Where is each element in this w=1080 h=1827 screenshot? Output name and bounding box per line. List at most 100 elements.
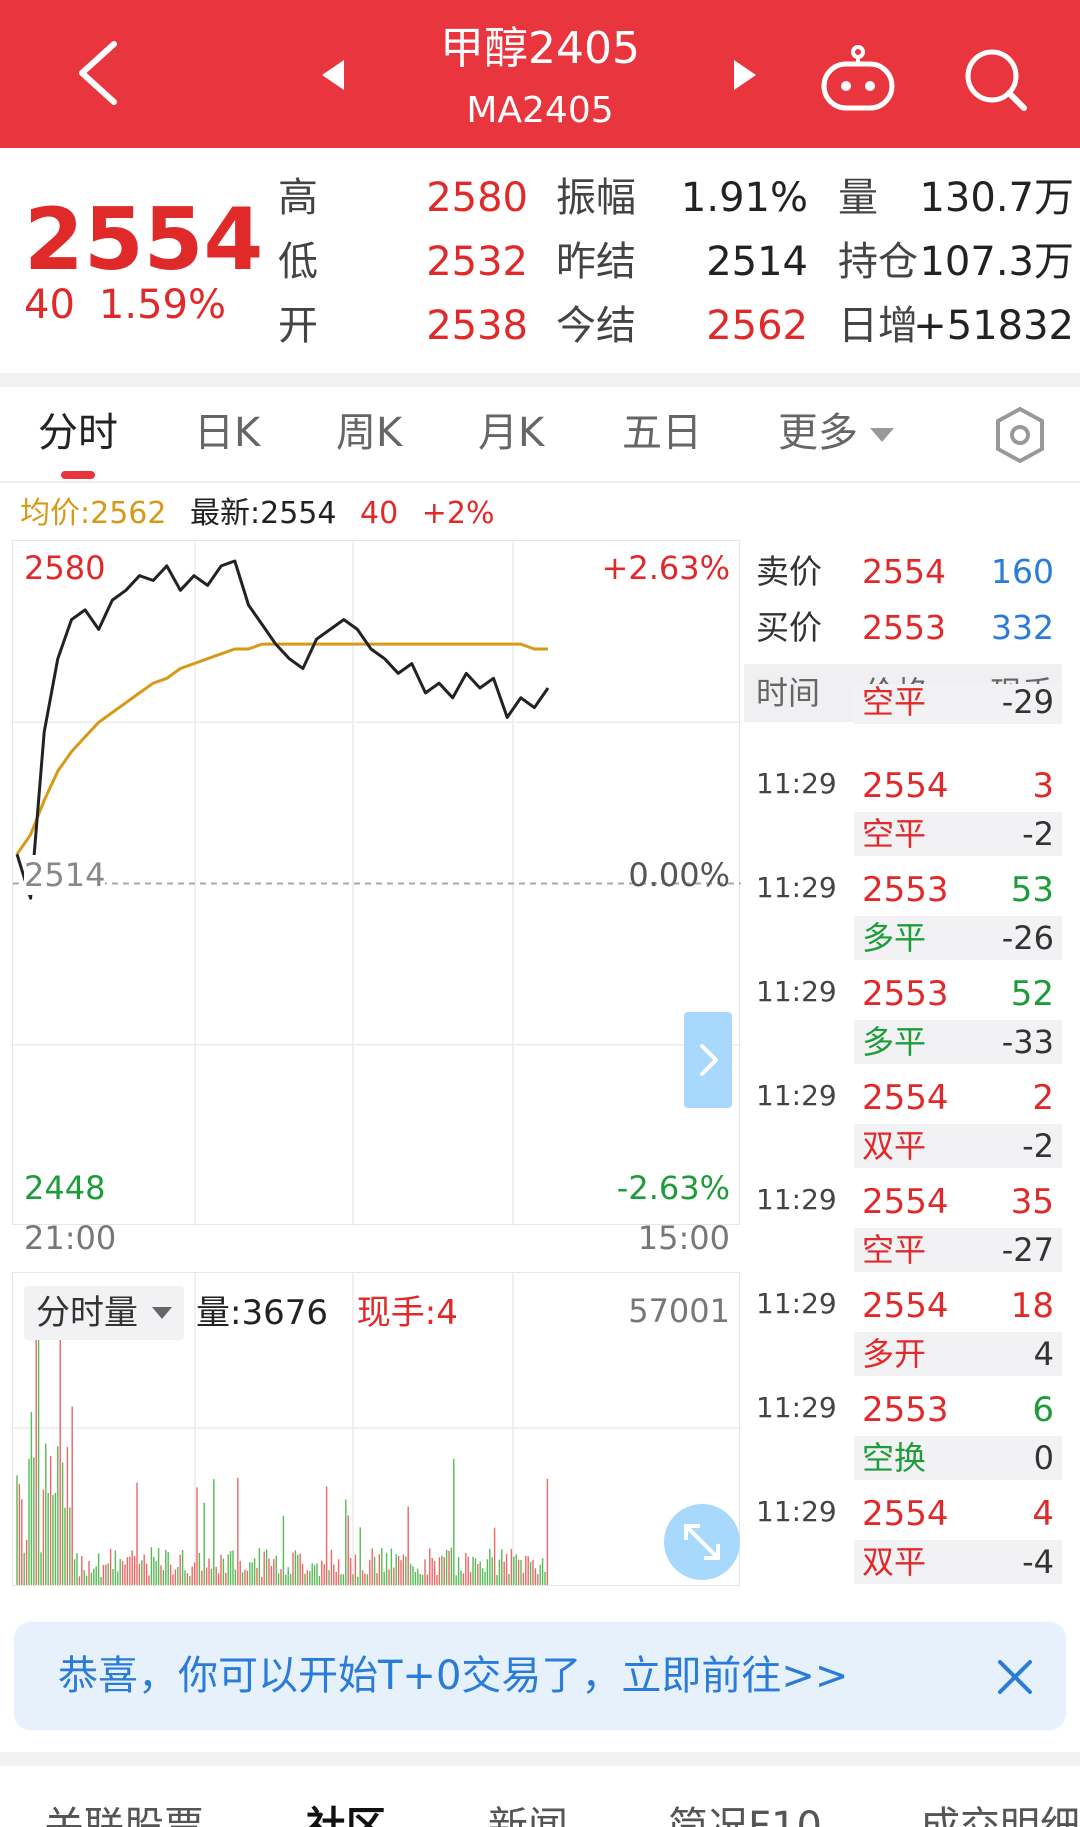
tab-more-label: 更多 xyxy=(778,410,858,456)
tick-time: 11:29 xyxy=(756,1183,837,1216)
tick-volume: 35 xyxy=(1010,1182,1054,1222)
chart-lines xyxy=(15,559,550,900)
tick-time: 11:29 xyxy=(756,871,837,904)
tick-price: 2554 xyxy=(862,1182,949,1222)
settings-icon[interactable] xyxy=(992,405,1048,465)
tick-oi-change: 0 xyxy=(1033,1439,1054,1477)
bid-price: 2553 xyxy=(862,608,946,647)
tab-five-day[interactable]: 五日 xyxy=(622,405,702,461)
high-label: 高 xyxy=(278,175,318,221)
amplitude-value: 1.91% xyxy=(680,175,808,221)
bid-label: 买价 xyxy=(756,608,822,647)
tab-monthly-k[interactable]: 月K xyxy=(478,405,544,461)
tick-row: 11:29 2553 6 空换 0 xyxy=(744,1384,1062,1488)
expand-order-book-button[interactable] xyxy=(684,1012,732,1108)
volume-current: 现手:4 xyxy=(356,1293,458,1333)
tab-more[interactable]: 更多 xyxy=(778,405,894,461)
tick-oi-change: -4 xyxy=(1022,1543,1054,1581)
tick-row-partial: 空平 -29 xyxy=(744,680,1062,724)
amplitude-label: 振幅 xyxy=(556,175,636,221)
tick-volume: 53 xyxy=(1010,870,1054,910)
fullscreen-button[interactable] xyxy=(664,1504,740,1580)
y-axis-top-label: 2580 xyxy=(24,549,106,587)
tick-type: 空换 xyxy=(862,1439,927,1477)
tick-type: 多平 xyxy=(862,919,927,957)
y-axis-bottom-label: 2448 xyxy=(24,1169,106,1207)
top-bar: 甲醇2405 MA2405 xyxy=(0,0,1080,148)
quote-row-low: 低 2532 昨结 2514 持仓 107.3万 xyxy=(278,232,1078,292)
open-value: 2538 xyxy=(426,303,528,349)
tab-news[interactable]: 新闻 xyxy=(488,1802,568,1827)
t0-promo-banner[interactable]: 恭喜，你可以开始T+0交易了，立即前往>> xyxy=(14,1622,1066,1730)
latest-price: 最新:2554 xyxy=(190,496,337,531)
back-icon[interactable] xyxy=(70,38,130,108)
tab-trade-details[interactable]: 成交明细 xyxy=(920,1802,1080,1827)
tick-time: 11:29 xyxy=(756,767,837,800)
tick-type: 空平 xyxy=(862,683,927,721)
tick-volume: 3 xyxy=(1032,766,1054,806)
tick-volume: 4 xyxy=(1032,1494,1054,1534)
robot-assistant-icon[interactable] xyxy=(818,44,898,114)
contract-title: 甲醇2405 xyxy=(440,23,640,74)
tab-related-stocks[interactable]: 关联股票 xyxy=(44,1802,204,1827)
tick-time: 11:29 xyxy=(756,1079,837,1112)
tick-oi-change: -33 xyxy=(1001,1023,1054,1061)
change-value: 40 xyxy=(24,282,75,328)
next-contract-icon[interactable] xyxy=(730,58,760,92)
tick-price: 2554 xyxy=(862,766,949,806)
tick-row: 11:29 2554 18 多开 4 xyxy=(744,1280,1062,1384)
volume-indicator-dropdown[interactable]: 分时量 xyxy=(24,1286,184,1340)
price-change: 40 1.59% xyxy=(24,280,250,330)
avg-price: 均价:2562 xyxy=(20,496,167,531)
tick-price: 2553 xyxy=(862,974,949,1014)
close-icon[interactable] xyxy=(990,1652,1040,1702)
time-axis-end: 15:00 xyxy=(637,1219,730,1257)
volume-indicator-label: 分时量 xyxy=(36,1293,138,1333)
tab-daily-k[interactable]: 日K xyxy=(194,405,260,461)
tick-row: 11:29 2553 52 多平 -33 xyxy=(744,968,1062,1072)
pct-axis-bottom-label: -2.63% xyxy=(616,1169,730,1207)
tick-time: 11:29 xyxy=(756,1287,837,1320)
prev-contract-icon[interactable] xyxy=(318,58,348,92)
tab-intraday[interactable]: 分时 xyxy=(38,405,118,461)
order-book[interactable]: 卖价 2554 160 买价 2553 332 时间 价格 现手 空平 -29 … xyxy=(744,540,1062,1586)
tick-oi-change: -2 xyxy=(1022,1127,1054,1165)
tick-oi-change: -27 xyxy=(1001,1231,1054,1269)
quote-row-high: 高 2580 振幅 1.91% 量 130.7万 xyxy=(278,168,1078,228)
contract-code: MA2405 xyxy=(466,90,614,131)
divider xyxy=(0,1752,1080,1766)
tick-volume: 52 xyxy=(1010,974,1054,1014)
volume-max-label: 57001 xyxy=(628,1292,730,1330)
latest-change-pct: +2% xyxy=(421,496,495,531)
tick-row: 11:29 2554 35 空平 -27 xyxy=(744,1176,1062,1280)
last-price: 2554 xyxy=(24,190,264,290)
tab-community[interactable]: 社区 xyxy=(306,1802,386,1827)
ask-price: 2554 xyxy=(862,552,946,591)
tick-oi-change: -29 xyxy=(1001,683,1054,721)
quote-row-open: 开 2538 今结 2562 日增 +51832 xyxy=(278,296,1078,356)
chevron-right-icon xyxy=(700,1044,718,1076)
search-icon[interactable] xyxy=(960,44,1030,114)
tab-active-indicator xyxy=(61,471,95,479)
settle-value: 2562 xyxy=(706,303,808,349)
tick-oi-change: -26 xyxy=(1001,919,1054,957)
quote-panel: 2554 40 1.59% 高 2580 振幅 1.91% 量 130.7万 低 … xyxy=(0,148,1080,373)
tick-row: 11:29 2553 53 多平 -26 xyxy=(744,864,1062,968)
tab-f10[interactable]: 简况F10 xyxy=(668,1802,822,1827)
volume-value: 130.7万 xyxy=(919,175,1074,221)
open-interest-value: 107.3万 xyxy=(919,239,1074,285)
tick-volume: 6 xyxy=(1032,1390,1054,1430)
tick-price: 2554 xyxy=(862,1286,949,1326)
tick-oi-change: 4 xyxy=(1033,1335,1054,1373)
tab-weekly-k[interactable]: 周K xyxy=(336,405,402,461)
tick-type: 多开 xyxy=(862,1335,927,1373)
tick-row: 11:29 2554 3 空平 -2 xyxy=(744,760,1062,864)
volume-info: 量:3676 现手:4 xyxy=(196,1286,458,1340)
tick-type: 双平 xyxy=(862,1543,927,1581)
tick-type: 双平 xyxy=(862,1127,927,1165)
daily-oi-change-value: +51832 xyxy=(913,303,1074,349)
banner-text[interactable]: 恭喜，你可以开始T+0交易了，立即前往>> xyxy=(58,1644,848,1708)
prev-settle-value: 2514 xyxy=(706,239,808,285)
tick-type: 空平 xyxy=(862,815,927,853)
bottom-tabs: 关联股票 社区 新闻 简况F10 成交明细 xyxy=(0,1766,1080,1827)
